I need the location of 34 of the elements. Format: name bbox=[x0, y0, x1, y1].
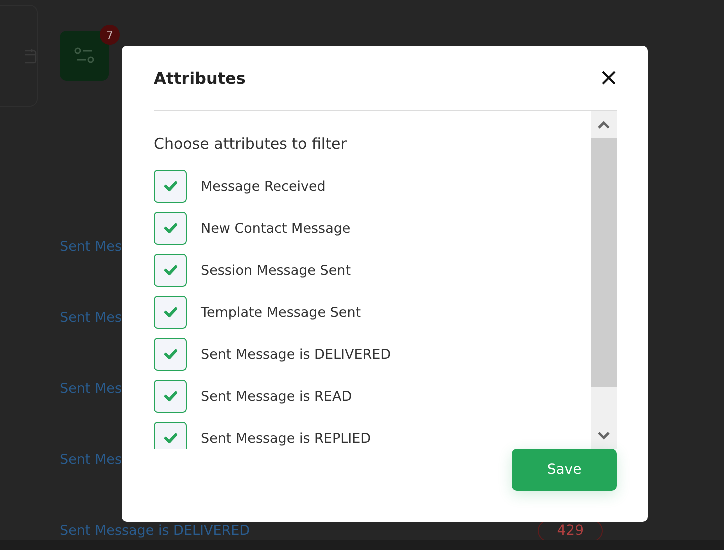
checkbox[interactable] bbox=[154, 380, 187, 413]
count-badge: 7 bbox=[100, 25, 120, 45]
filter-prompt: Choose attributes to filter bbox=[154, 135, 348, 153]
check-icon bbox=[164, 307, 178, 318]
message-link[interactable]: Sent Mes bbox=[60, 380, 122, 396]
filter-button[interactable] bbox=[60, 31, 109, 81]
check-icon bbox=[164, 433, 178, 444]
attribute-label: Sent Message is REPLIED bbox=[201, 430, 372, 446]
message-link[interactable]: Sent Message is DELIVERED bbox=[60, 522, 250, 538]
attribute-label: Template Message Sent bbox=[201, 304, 362, 320]
message-link[interactable]: Sent Mes bbox=[60, 452, 122, 468]
checkbox[interactable] bbox=[154, 338, 187, 371]
close-button[interactable] bbox=[601, 70, 617, 86]
check-icon bbox=[164, 349, 178, 360]
checkbox[interactable] bbox=[154, 422, 187, 449]
check-icon bbox=[164, 391, 178, 402]
scrollbar-thumb[interactable] bbox=[591, 138, 617, 387]
checkbox[interactable] bbox=[154, 170, 187, 203]
attribute-label: Sent Message is DELIVERED bbox=[201, 346, 392, 362]
checkbox[interactable] bbox=[154, 296, 187, 329]
message-link[interactable]: Sent Mes bbox=[60, 238, 122, 254]
attribute-label: Message Received bbox=[201, 178, 326, 194]
attribute-label: Sent Message is READ bbox=[201, 388, 352, 404]
message-link[interactable]: Sent Mes bbox=[60, 310, 122, 326]
attribute-label: Session Message Sent bbox=[201, 262, 351, 278]
checkbox[interactable] bbox=[154, 212, 187, 245]
sliders-icon bbox=[74, 47, 96, 65]
check-icon bbox=[164, 265, 178, 276]
save-button[interactable]: Save bbox=[512, 449, 617, 491]
checkbox[interactable] bbox=[154, 254, 187, 287]
attribute-label: New Contact Message bbox=[201, 220, 351, 236]
check-icon bbox=[164, 181, 178, 192]
check-icon bbox=[164, 223, 178, 234]
dialog-title: Attributes bbox=[154, 68, 246, 88]
